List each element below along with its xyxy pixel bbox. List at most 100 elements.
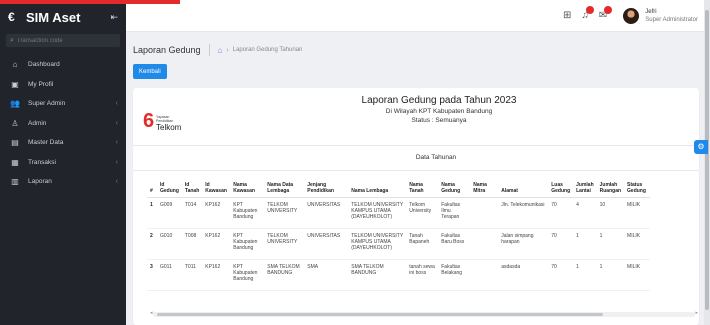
- col-header: Nama Gedung: [438, 182, 471, 198]
- app-logo-icon: €: [8, 10, 15, 24]
- home-icon[interactable]: ⌂: [218, 46, 223, 55]
- sidebar-item-label: Transaksi: [28, 158, 56, 166]
- cell: T014: [181, 197, 203, 229]
- report-subtitle: Di Wilayah KPT Kabupaten Bandung: [385, 108, 493, 115]
- user-info[interactable]: Jefri Super Administrator: [645, 8, 698, 24]
- sidebar-item-label: Admin: [28, 119, 47, 127]
- cell: KPT Kabupaten Bandung: [230, 197, 265, 229]
- app-title: SIM Aset: [26, 9, 81, 25]
- scroll-right-icon[interactable]: ▸: [695, 310, 698, 316]
- home-icon: ⌂: [12, 60, 18, 70]
- divider: [133, 170, 699, 171]
- avatar[interactable]: [623, 7, 640, 24]
- table-header-row: # Id Gedung Id Tanah Id Kawasan Nama Kaw…: [147, 182, 651, 198]
- sidebar-menu: ⌂ Dashboard ▣ My Profil 👥 Super Admin ‹ …: [0, 55, 126, 192]
- col-header: Nama Data Lembaga: [264, 182, 305, 198]
- cell: Jalan simpang harapan: [498, 228, 549, 260]
- col-header: Status Gedung: [624, 182, 651, 198]
- database-icon: ▤: [11, 138, 19, 148]
- col-header: Nama Kawasan: [230, 182, 265, 198]
- cell: 1: [596, 259, 625, 291]
- report-icon: ▥: [11, 177, 19, 187]
- logo-text: Telkom: [156, 123, 182, 132]
- vertical-scrollbar[interactable]: [704, 0, 710, 325]
- table-row: 2 G010 T008 KP162 KPT Kabupaten Bandung …: [147, 228, 651, 260]
- cell: TELKOM UNIVERSITY: [264, 197, 305, 229]
- col-header: Nama Lembaga: [348, 182, 407, 198]
- cell: 10: [596, 197, 625, 229]
- cell: KP162: [202, 197, 231, 229]
- col-header: Nama Mitra: [470, 182, 499, 198]
- cell: Fakultas Ilmu Terapan: [438, 197, 471, 229]
- col-header: Jumlah Lantai: [573, 182, 597, 198]
- table-row: 1 G009 T014 KP162 KPT Kabupaten Bandung …: [147, 197, 651, 229]
- sidebar-item-laporan[interactable]: ▥ Laporan ‹: [0, 172, 126, 192]
- col-header: Id Kawasan: [202, 182, 231, 198]
- cell: G010: [157, 228, 182, 260]
- cell: 1: [573, 228, 597, 260]
- sidebar-item-super-admin[interactable]: 👥 Super Admin ‹: [0, 94, 126, 114]
- collapse-sidebar-icon[interactable]: ⇤: [110, 12, 118, 23]
- sidebar-item-dashboard[interactable]: ⌂ Dashboard: [0, 55, 126, 75]
- cell: MILIK: [624, 197, 651, 229]
- chevron-left-icon: ‹: [115, 139, 118, 147]
- breadcrumb: Laporan Gedung ⌂ › Laporan Gedung Tahuna…: [126, 32, 704, 68]
- breadcrumb-current: Laporan Gedung Tahunan: [232, 47, 303, 53]
- top-accent-bar: [0, 0, 180, 4]
- col-header: Jumlah Ruangan: [596, 182, 625, 198]
- scrollbar-thumb[interactable]: [157, 313, 603, 316]
- cell: Telkom University: [406, 197, 439, 229]
- messages-icon[interactable]: ✉: [599, 6, 613, 21]
- cell: SMA: [304, 259, 349, 291]
- notification-badge: [585, 6, 594, 14]
- sidebar-item-label: Laporan: [28, 178, 52, 186]
- cell: G011: [157, 259, 182, 291]
- chevron-left-icon: ‹: [115, 119, 118, 127]
- cell: 70: [548, 197, 574, 229]
- brand: € SIM Aset ⇤: [0, 0, 126, 34]
- sidebar-search: ⌕: [6, 34, 120, 47]
- scrollbar-thumb[interactable]: [705, 10, 709, 310]
- settings-gear-icon[interactable]: ⚙: [694, 140, 708, 154]
- col-header: Jenjang Pendidikan: [304, 182, 349, 198]
- cell: [470, 228, 499, 260]
- col-header: Alamat: [498, 182, 549, 198]
- cell: TELKOM UNIVERSITY KAMPUS UTAMA (DAYEUHKO…: [348, 197, 407, 229]
- cell: KPT Kabupaten Bandung: [230, 228, 265, 260]
- users-icon: 👥: [10, 99, 20, 109]
- user-name: Jefri: [645, 8, 657, 15]
- horizontal-scrollbar[interactable]: ◂ ▸: [150, 310, 698, 317]
- cell: KPT Kabupaten Bandung: [230, 259, 265, 291]
- sidebar-item-master-data[interactable]: ▤ Master Data ‹: [0, 133, 126, 153]
- cell: 70: [548, 228, 574, 260]
- scroll-left-icon[interactable]: ◂: [150, 310, 153, 316]
- search-icon: ⌕: [10, 36, 14, 44]
- cell: asdasda: [498, 259, 549, 291]
- report-status: Status : Semuanya: [411, 117, 467, 124]
- apps-grid-icon[interactable]: ⊞: [563, 10, 571, 21]
- cell: Tanah Bapaneh: [406, 228, 439, 260]
- cell: MILIK: [624, 228, 651, 260]
- back-button[interactable]: Kembali: [133, 64, 167, 79]
- sidebar-item-label: My Profil: [28, 80, 54, 88]
- cell: TELKOM UNIVERSITY: [264, 228, 305, 260]
- chevron-right-icon: ›: [226, 46, 229, 54]
- cell: T011: [181, 259, 203, 291]
- cell: 2: [147, 228, 157, 260]
- transaction-code-input[interactable]: [16, 37, 107, 44]
- topbar: ⊞ ♫ ✉ Jefri Super Administrator: [126, 0, 710, 32]
- cell: Fakultas Belakang: [438, 259, 471, 291]
- sidebar-item-admin[interactable]: ♙ Admin ‹: [0, 114, 126, 134]
- cell: [470, 197, 499, 229]
- chevron-left-icon: ‹: [115, 158, 118, 166]
- report-card: 6 Yayasan Pendidikan Telkom Laporan Gedun…: [133, 88, 699, 325]
- building-table: # Id Gedung Id Tanah Id Kawasan Nama Kaw…: [147, 182, 651, 291]
- col-header: Luas Gedung: [548, 182, 574, 198]
- report-header: Laporan Gedung pada Tahun 2023 Di Wilaya…: [133, 95, 699, 124]
- sidebar-item-transaksi[interactable]: ▦ Transaksi ‹: [0, 153, 126, 173]
- cell: SMA TELKOM BANDUNG: [348, 259, 407, 291]
- cell: 1: [147, 197, 157, 229]
- id-card-icon: ▣: [11, 79, 19, 89]
- notification-bell-icon[interactable]: ♫: [581, 6, 594, 21]
- sidebar-item-my-profil[interactable]: ▣ My Profil: [0, 75, 126, 95]
